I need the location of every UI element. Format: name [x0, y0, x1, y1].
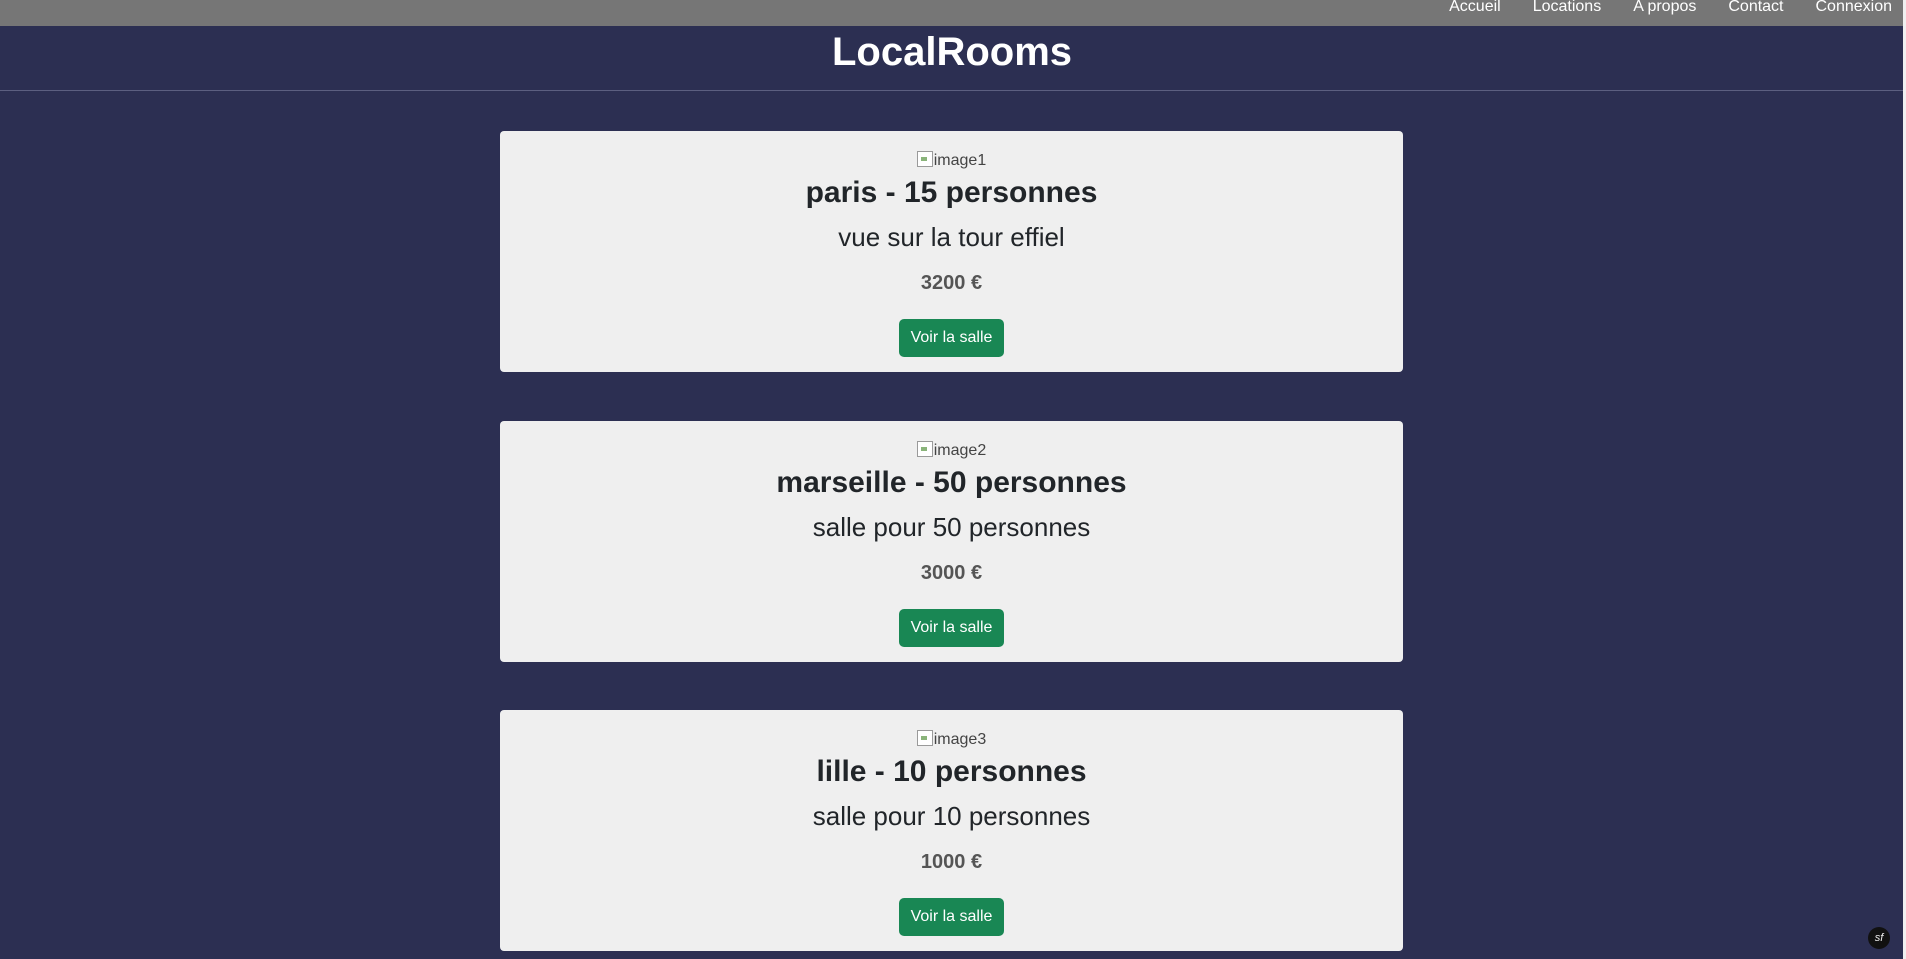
site-title: LocalRooms — [831, 30, 1073, 74]
view-room-button[interactable]: Voir la salle — [899, 319, 1004, 357]
nav-links: Accueil Locations A propos Contact Conne… — [1449, 0, 1892, 16]
room-image-alt: image2 — [933, 442, 987, 459]
broken-image-icon — [916, 441, 933, 457]
room-description: salle pour 50 personnes — [812, 512, 1091, 542]
room-image: image3 — [500, 730, 1403, 750]
room-card: image2 marseille - 50 personnes salle po… — [500, 421, 1403, 662]
room-image-alt: image1 — [933, 152, 987, 169]
room-price: 3200 € — [920, 272, 983, 294]
room-title: marseille - 50 personnes — [776, 466, 1127, 499]
nav-link-accueil[interactable]: Accueil — [1449, 0, 1501, 15]
nav-link-contact[interactable]: Contact — [1728, 0, 1783, 15]
broken-image-icon — [916, 730, 933, 746]
symfony-toolbar-icon[interactable]: sf — [1868, 927, 1890, 949]
room-title: lille - 10 personnes — [816, 755, 1087, 788]
room-title: paris - 15 personnes — [805, 176, 1098, 209]
room-image: image2 — [500, 441, 1403, 461]
nav-link-a-propos[interactable]: A propos — [1633, 0, 1696, 15]
top-nav: Accueil Locations A propos Contact Conne… — [0, 0, 1906, 26]
room-price: 3000 € — [920, 562, 983, 584]
nav-link-locations[interactable]: Locations — [1533, 0, 1602, 15]
site-header: LocalRooms — [0, 26, 1906, 91]
room-description: salle pour 10 personnes — [812, 801, 1091, 831]
room-card: image1 paris - 15 personnes vue sur la t… — [500, 131, 1403, 372]
broken-image-icon — [916, 151, 933, 167]
view-room-button[interactable]: Voir la salle — [899, 609, 1004, 647]
nav-link-connexion[interactable]: Connexion — [1816, 0, 1893, 15]
view-room-button[interactable]: Voir la salle — [899, 898, 1004, 936]
room-card: image3 lille - 10 personnes salle pour 1… — [500, 710, 1403, 951]
room-description: vue sur la tour effiel — [838, 222, 1065, 252]
room-image-alt: image3 — [933, 731, 987, 748]
room-price: 1000 € — [920, 851, 983, 873]
room-image: image1 — [500, 151, 1403, 171]
